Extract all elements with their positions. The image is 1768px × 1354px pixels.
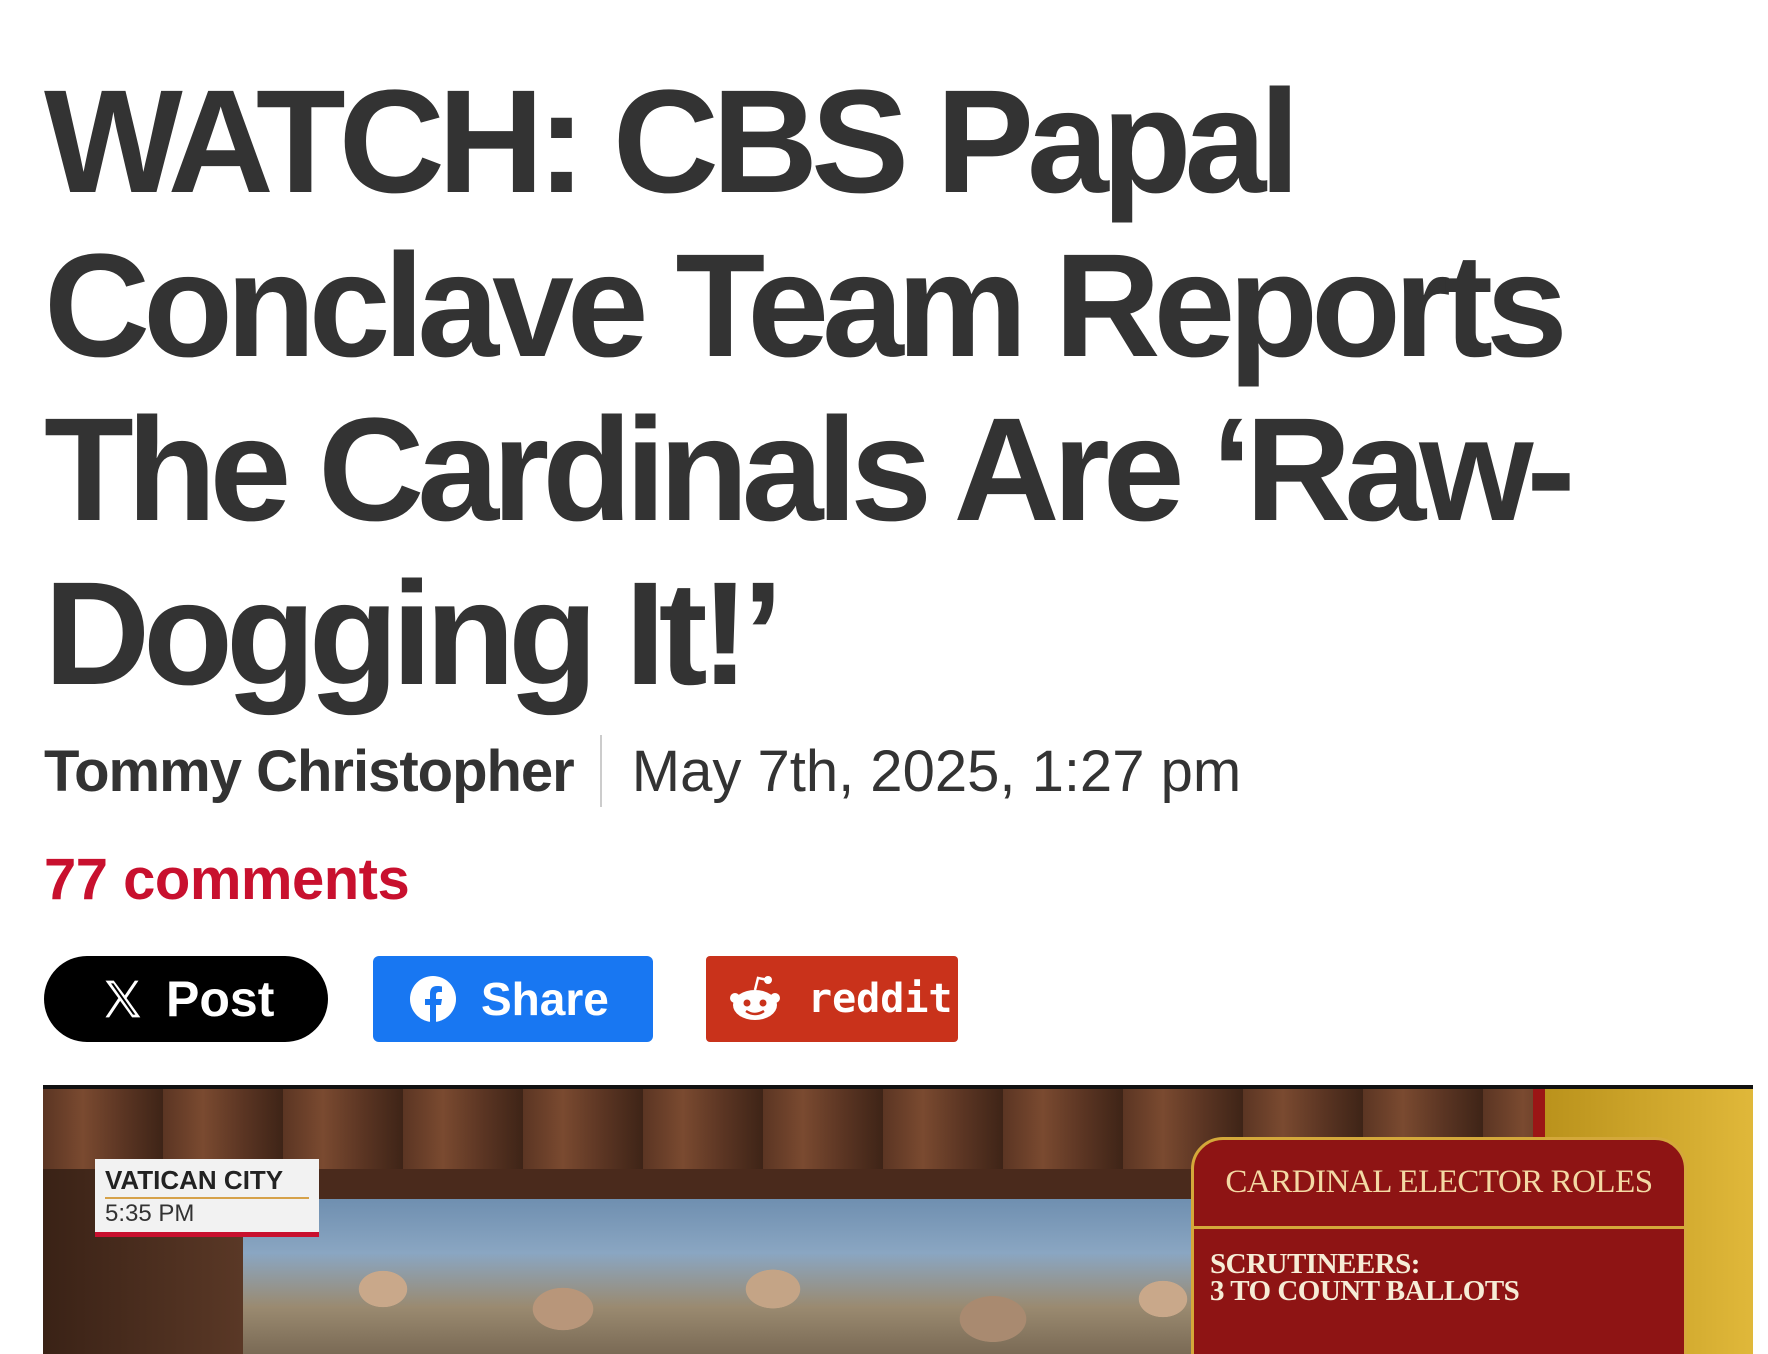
reddit-share-label: reddit [808,976,953,1022]
author-link[interactable]: Tommy Christopher [44,738,575,805]
article-headline: WATCH: CBS Papal Conclave Team Reports T… [44,60,1575,716]
x-post-label: Post [166,971,275,1027]
cardinal-roles-panel: CARDINAL ELECTOR ROLES SCRUTINEERS: 3 TO… [1191,1137,1687,1354]
panel-title: CARDINAL ELECTOR ROLES [1194,1140,1684,1229]
panel-item-line-2: 3 TO COUNT BALLOTS [1210,1275,1520,1307]
video-player[interactable]: VATICAN CITY 5:35 PM CARDINAL ELECTOR RO… [43,1085,1753,1354]
panel-item: SCRUTINEERS: 3 TO COUNT BALLOTS [1210,1248,1670,1307]
reddit-share-button[interactable]: reddit [706,956,958,1042]
fresco-figures [303,1229,1203,1354]
byline: Tommy Christopher May 7th, 2025, 1:27 pm [44,735,1242,807]
facebook-logo-icon [409,975,457,1023]
reddit-alien-icon [728,974,782,1024]
location-time: 5:35 PM [105,1200,195,1227]
publish-date: May 7th, 2025, 1:27 pm [631,738,1242,804]
location-city: VATICAN CITY [105,1165,309,1199]
panel-item-line-1: SCRUTINEERS: [1210,1248,1420,1280]
byline-divider [599,735,602,807]
facebook-share-button[interactable]: Share [373,956,653,1042]
comments-link[interactable]: 77 comments [44,846,410,913]
facebook-share-label: Share [481,973,609,1025]
x-post-button[interactable]: Post [44,956,328,1042]
x-logo-icon [100,977,144,1021]
location-badge: VATICAN CITY 5:35 PM [95,1159,319,1237]
